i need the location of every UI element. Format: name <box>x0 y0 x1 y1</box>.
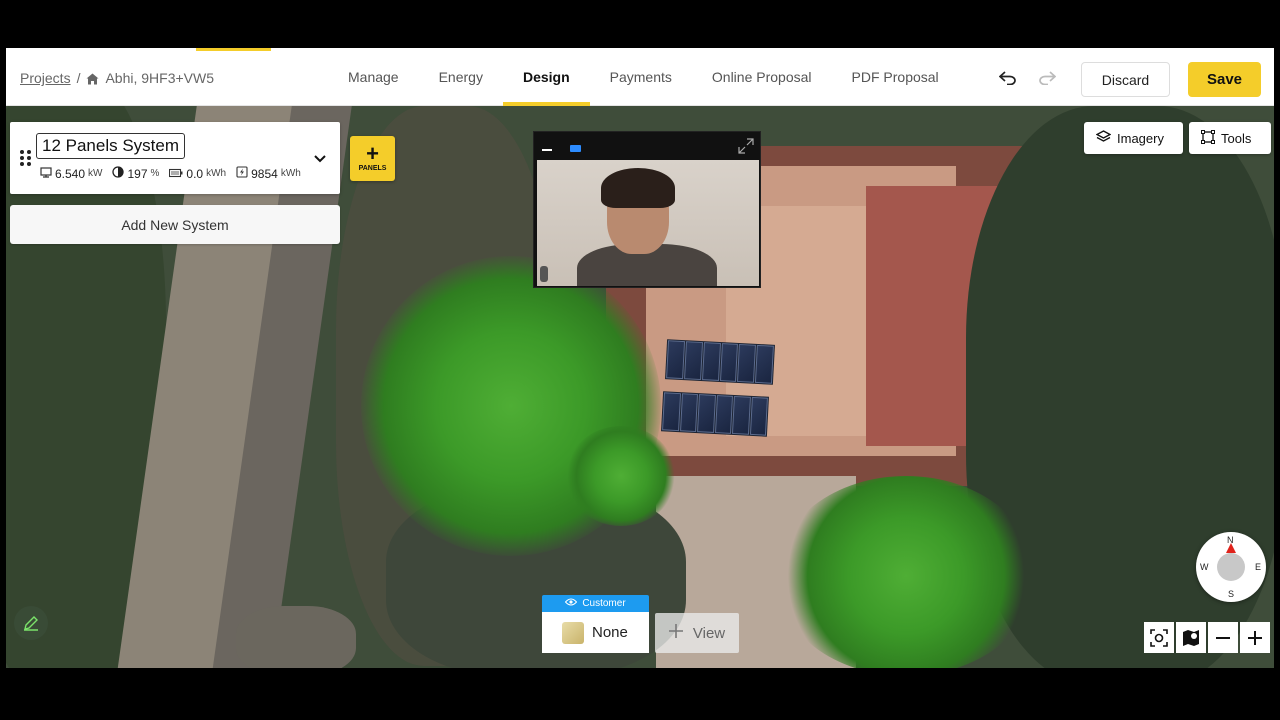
view-button[interactable]: View <box>655 613 739 653</box>
add-panels-button[interactable]: + PANELS <box>350 136 395 181</box>
capacity-stat: 6.540 kW <box>40 166 102 181</box>
offset-stat: 197 % <box>112 166 159 181</box>
compass-center <box>1217 553 1245 581</box>
customer-tag-label: Customer <box>582 598 626 609</box>
layers-icon <box>1095 129 1112 147</box>
screenshot-icon[interactable] <box>1144 622 1174 653</box>
offset-value: 197 <box>127 166 148 181</box>
microphone-icon[interactable] <box>540 266 548 282</box>
accent-strip <box>196 48 271 51</box>
video-feed <box>537 160 759 286</box>
compass-east: E <box>1255 562 1262 572</box>
video-person-hair <box>601 168 675 208</box>
compass-north: N <box>1227 535 1234 545</box>
compass[interactable]: N E S W <box>1196 532 1266 602</box>
tools-icon <box>1201 129 1215 147</box>
save-button[interactable]: Save <box>1188 62 1261 97</box>
tab-pdf-proposal[interactable]: PDF Proposal <box>832 48 959 106</box>
customer-tag: Customer <box>542 595 649 612</box>
production-stat: 9854 kWh <box>236 166 301 181</box>
minimize-icon[interactable] <box>542 149 552 151</box>
video-call-window[interactable] <box>533 131 761 288</box>
zoom-in-icon[interactable] <box>1240 622 1270 653</box>
production-value: 9854 <box>251 166 278 181</box>
map-zoom-controls <box>1144 622 1270 653</box>
tab-manage[interactable]: Manage <box>328 48 419 106</box>
home-icon <box>86 72 99 85</box>
customer-selector[interactable]: None <box>542 612 649 653</box>
capacity-unit: kW <box>88 168 103 179</box>
top-bar: Projects / Abhi, 9HF3+VW5 Manage Energy … <box>6 48 1274 106</box>
drag-handle-icon[interactable] <box>20 150 32 166</box>
video-call-toolbar <box>534 132 760 160</box>
battery-unit: kWh <box>206 168 227 179</box>
tab-payments[interactable]: Payments <box>590 48 692 106</box>
discard-button[interactable]: Discard <box>1081 62 1170 97</box>
compass-west: W <box>1200 562 1209 572</box>
camera-icon[interactable] <box>570 145 581 152</box>
redo-icon[interactable] <box>1035 66 1059 90</box>
solar-panel-array-bottom[interactable] <box>661 391 769 437</box>
system-card[interactable]: 12 Panels System 6.540 kW 197 % 0.0 kWh … <box>10 122 340 194</box>
customer-value: None <box>592 624 628 641</box>
add-new-system-button[interactable]: Add New System <box>10 205 340 244</box>
offset-icon <box>112 166 125 181</box>
plus-icon: + <box>366 141 379 166</box>
tools-label: Tools <box>1221 130 1252 146</box>
battery-value: 0.0 <box>186 166 204 181</box>
edit-pencil-icon[interactable] <box>14 606 48 640</box>
system-stats: 6.540 kW 197 % 0.0 kWh 9854 kWh <box>40 166 301 181</box>
map-style-icon[interactable] <box>1176 622 1206 653</box>
undo-icon[interactable] <box>996 66 1020 90</box>
production-unit: kWh <box>280 168 301 179</box>
battery-stat: 0.0 kWh <box>169 167 226 181</box>
capacity-value: 6.540 <box>55 166 86 181</box>
compass-south: S <box>1228 589 1235 599</box>
breadcrumb-projects-link[interactable]: Projects <box>20 70 71 86</box>
tab-design[interactable]: Design <box>502 48 590 106</box>
map-yard <box>236 606 356 668</box>
eye-icon <box>565 598 578 609</box>
expand-icon[interactable] <box>738 138 754 154</box>
solar-panel-icon <box>40 166 52 181</box>
tab-energy[interactable]: Energy <box>419 48 503 106</box>
tools-button[interactable]: Tools <box>1189 122 1271 154</box>
breadcrumb-separator: / <box>76 70 81 86</box>
tree-obstruction-right[interactable] <box>776 476 1036 668</box>
solar-panel-array-top[interactable] <box>665 339 775 385</box>
breadcrumb-project-name: Abhi, 9HF3+VW5 <box>105 70 215 86</box>
production-icon <box>236 166 248 181</box>
battery-icon <box>169 167 183 181</box>
imagery-button[interactable]: Imagery <box>1084 122 1183 154</box>
breadcrumb: Projects / Abhi, 9HF3+VW5 <box>20 70 214 86</box>
plus-icon <box>668 624 683 642</box>
offset-unit: % <box>150 168 160 179</box>
view-label: View <box>692 624 726 642</box>
main-tabs: Manage Energy Design Payments Online Pro… <box>328 48 959 106</box>
panels-button-label: PANELS <box>358 165 387 172</box>
system-name-input[interactable]: 12 Panels System <box>36 133 186 159</box>
chevron-down-icon[interactable] <box>312 150 328 166</box>
imagery-label: Imagery <box>1117 130 1164 146</box>
tab-online-proposal[interactable]: Online Proposal <box>692 48 832 106</box>
app-window: Projects / Abhi, 9HF3+VW5 Manage Energy … <box>0 0 1280 720</box>
tree-obstruction-small[interactable] <box>566 426 676 526</box>
zoom-out-icon[interactable] <box>1208 622 1238 653</box>
map-thumbnail-icon <box>562 621 584 644</box>
